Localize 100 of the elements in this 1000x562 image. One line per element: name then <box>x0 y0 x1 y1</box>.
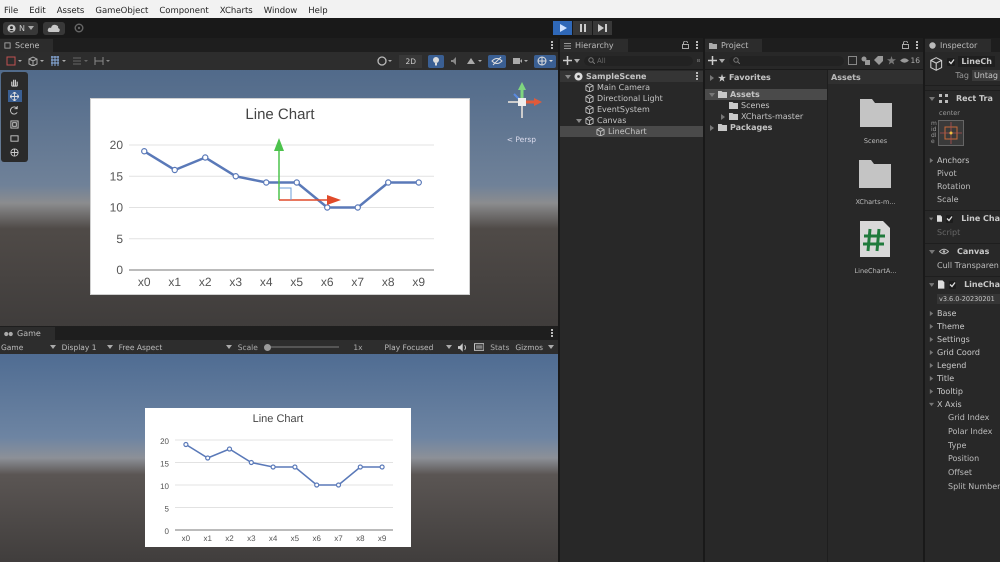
gizmos-toggle[interactable] <box>534 54 556 68</box>
foldout[interactable]: X Axis <box>925 398 1000 411</box>
foldout[interactable]: Title <box>925 372 1000 385</box>
foldout[interactable]: Legend <box>925 359 1000 372</box>
expand-arrow-icon[interactable] <box>576 118 582 124</box>
play-button[interactable] <box>553 21 572 35</box>
folder-icon[interactable] <box>858 98 892 128</box>
draw-mode-icon[interactable] <box>6 56 22 66</box>
step-button[interactable] <box>593 21 612 35</box>
foldout[interactable]: Anchors <box>925 154 1000 167</box>
menu-item[interactable]: Component <box>159 6 209 16</box>
foldout[interactable]: Theme <box>925 320 1000 333</box>
object-name-field[interactable]: LineCh <box>958 56 995 67</box>
lock-icon[interactable] <box>902 41 909 49</box>
hierarchy-item[interactable]: Directional Light <box>560 93 703 104</box>
tool-button[interactable] <box>8 118 22 130</box>
expand-arrow-icon[interactable] <box>929 282 934 288</box>
active-checkbox[interactable] <box>947 58 956 66</box>
camera-icon[interactable] <box>512 56 528 66</box>
expand-arrow-icon[interactable] <box>929 216 934 222</box>
enabled-checkbox[interactable] <box>946 214 954 222</box>
component-header[interactable]: Canvas <box>925 243 1000 259</box>
increment-snap-icon[interactable] <box>94 56 110 66</box>
expand-arrow-icon[interactable] <box>709 74 715 80</box>
move-gizmo-drawing[interactable] <box>273 136 343 206</box>
snap-icon[interactable] <box>72 56 88 66</box>
keyboard-icon[interactable] <box>474 343 484 351</box>
hierarchy-tab[interactable]: Hierarchy <box>560 39 628 52</box>
add-button[interactable] <box>563 56 580 65</box>
tag-dropdown[interactable]: Untag <box>972 70 1000 81</box>
foldout[interactable]: Grid Coord <box>925 346 1000 359</box>
project-item[interactable]: Assets <box>705 89 827 100</box>
menu-item[interactable]: XCharts <box>220 6 253 16</box>
hierarchy-item[interactable]: SampleScene <box>560 71 703 82</box>
project-item[interactable]: XCharts-master <box>705 111 827 122</box>
project-tab[interactable]: Project <box>705 39 762 52</box>
account-button[interactable]: N <box>3 22 38 34</box>
expand-arrow-icon[interactable] <box>929 158 934 163</box>
enabled-checkbox[interactable] <box>948 280 956 288</box>
component-header[interactable]: Line Cha <box>925 210 1000 226</box>
foldout[interactable]: Settings <box>925 333 1000 346</box>
game-tab[interactable]: Game <box>0 327 55 340</box>
expand-arrow-icon[interactable] <box>929 96 935 102</box>
pause-button[interactable] <box>573 21 592 35</box>
filter-icon[interactable] <box>848 56 858 65</box>
component-header[interactable]: Rect Tra <box>925 90 1000 106</box>
hierarchy-item[interactable]: Main Camera <box>560 82 703 93</box>
expand-arrow-icon[interactable] <box>709 124 715 130</box>
expand-arrow-icon[interactable] <box>929 248 935 254</box>
tool-button[interactable] <box>8 90 22 102</box>
expand-arrow-icon[interactable] <box>929 389 934 394</box>
expand-arrow-icon[interactable] <box>929 324 934 329</box>
menu-item[interactable]: Assets <box>56 6 84 16</box>
menu-item[interactable]: Window <box>264 6 298 16</box>
expand-arrow-icon[interactable] <box>720 114 726 120</box>
x-tick-label: x1 <box>203 534 212 543</box>
slider-thumb[interactable] <box>264 344 271 350</box>
tag-icon[interactable] <box>874 56 884 65</box>
scene-tab[interactable]: Scene <box>0 39 54 52</box>
menu-item[interactable]: File <box>4 6 18 16</box>
visibility-toggle[interactable] <box>488 54 506 68</box>
search-field[interactable] <box>729 56 844 66</box>
gamepad-icon <box>4 330 13 336</box>
grid-icon[interactable] <box>50 56 66 66</box>
inspector-tab[interactable]: Inspector <box>925 39 992 52</box>
anchor-presets-icon[interactable] <box>938 120 964 146</box>
lock-icon[interactable] <box>682 41 689 49</box>
expand-arrow-icon[interactable] <box>929 402 934 407</box>
expand-arrow-icon[interactable] <box>929 350 934 355</box>
services-icon[interactable] <box>74 23 84 33</box>
cloud-button[interactable] <box>42 22 65 34</box>
component-header[interactable]: LineCha <box>925 276 1000 292</box>
hierarchy-item[interactable]: LineChart <box>560 126 703 137</box>
expand-arrow-icon[interactable] <box>929 363 934 368</box>
foldout[interactable]: Base <box>925 307 1000 320</box>
expand-arrow-icon[interactable] <box>929 376 934 381</box>
foldout[interactable]: Tooltip <box>925 385 1000 398</box>
add-button[interactable] <box>708 56 725 65</box>
project-item[interactable]: Packages <box>705 122 827 133</box>
speaker-icon[interactable] <box>458 342 468 352</box>
expand-arrow-icon[interactable] <box>565 74 571 80</box>
hierarchy-item[interactable]: EventSystem <box>560 104 703 115</box>
csharp-script-icon[interactable] <box>859 220 892 258</box>
star-icon[interactable] <box>887 56 896 65</box>
menu-item[interactable]: Edit <box>29 6 46 16</box>
project-item[interactable]: Favorites <box>705 72 827 83</box>
effects-icon[interactable] <box>466 56 482 66</box>
expand-arrow-icon[interactable] <box>929 311 934 316</box>
hierarchy-item[interactable]: Canvas <box>560 115 703 126</box>
menu-item[interactable]: Help <box>308 6 328 16</box>
expand-arrow-icon[interactable] <box>929 337 934 342</box>
lighting-toggle[interactable] <box>428 54 444 68</box>
project-item[interactable]: Scenes <box>705 100 827 111</box>
shading-icon[interactable] <box>377 56 394 66</box>
assets-breadcrumb[interactable]: Assets <box>828 70 923 84</box>
tool-button[interactable] <box>8 146 22 158</box>
menu-item[interactable]: GameObject <box>95 6 148 16</box>
type-filter-icon[interactable] <box>861 56 870 65</box>
cube-icon[interactable] <box>28 56 44 66</box>
folder-icon[interactable] <box>858 159 892 189</box>
